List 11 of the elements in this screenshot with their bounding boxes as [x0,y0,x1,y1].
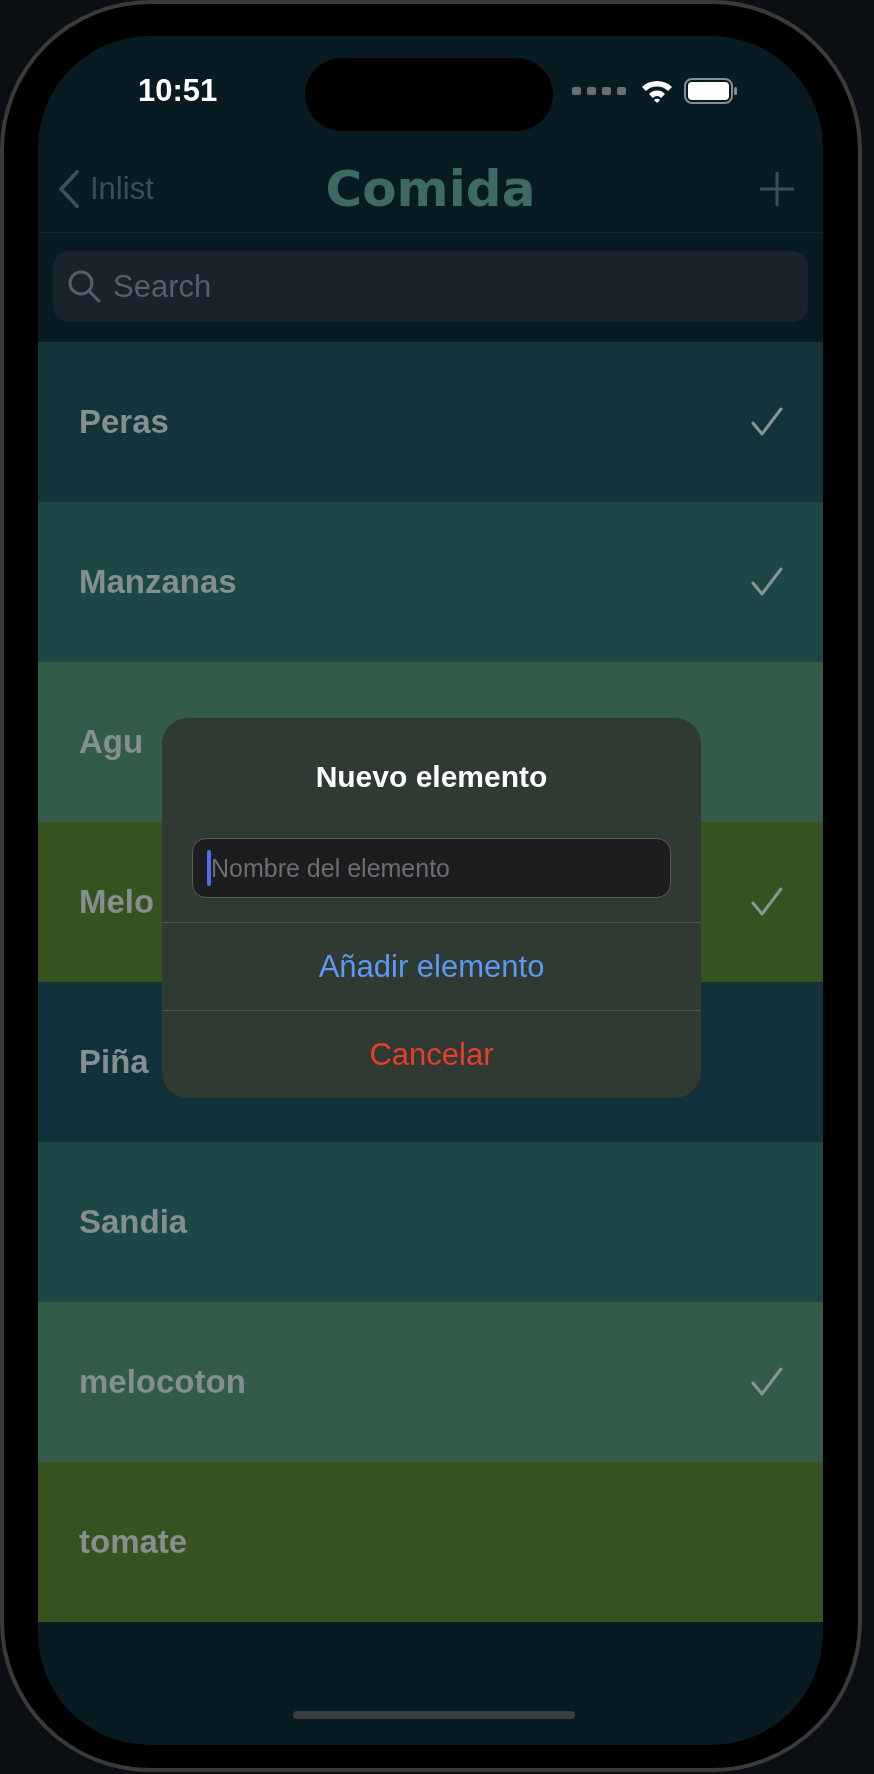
item-name: tomate [79,1523,188,1561]
dialog-title: Nuevo elemento [314,759,549,795]
item-name: Peras [79,403,169,441]
item-name: Sandia [79,1203,188,1241]
item-name: Melo [79,883,155,921]
status-time: 10:51 [138,73,218,109]
item-name: melocoton [79,1363,246,1401]
item-name: Manzanas [79,563,237,601]
screen-title: Comida [325,160,536,218]
item-name: Agu [79,723,144,761]
item-name: Piña [79,1043,149,1081]
